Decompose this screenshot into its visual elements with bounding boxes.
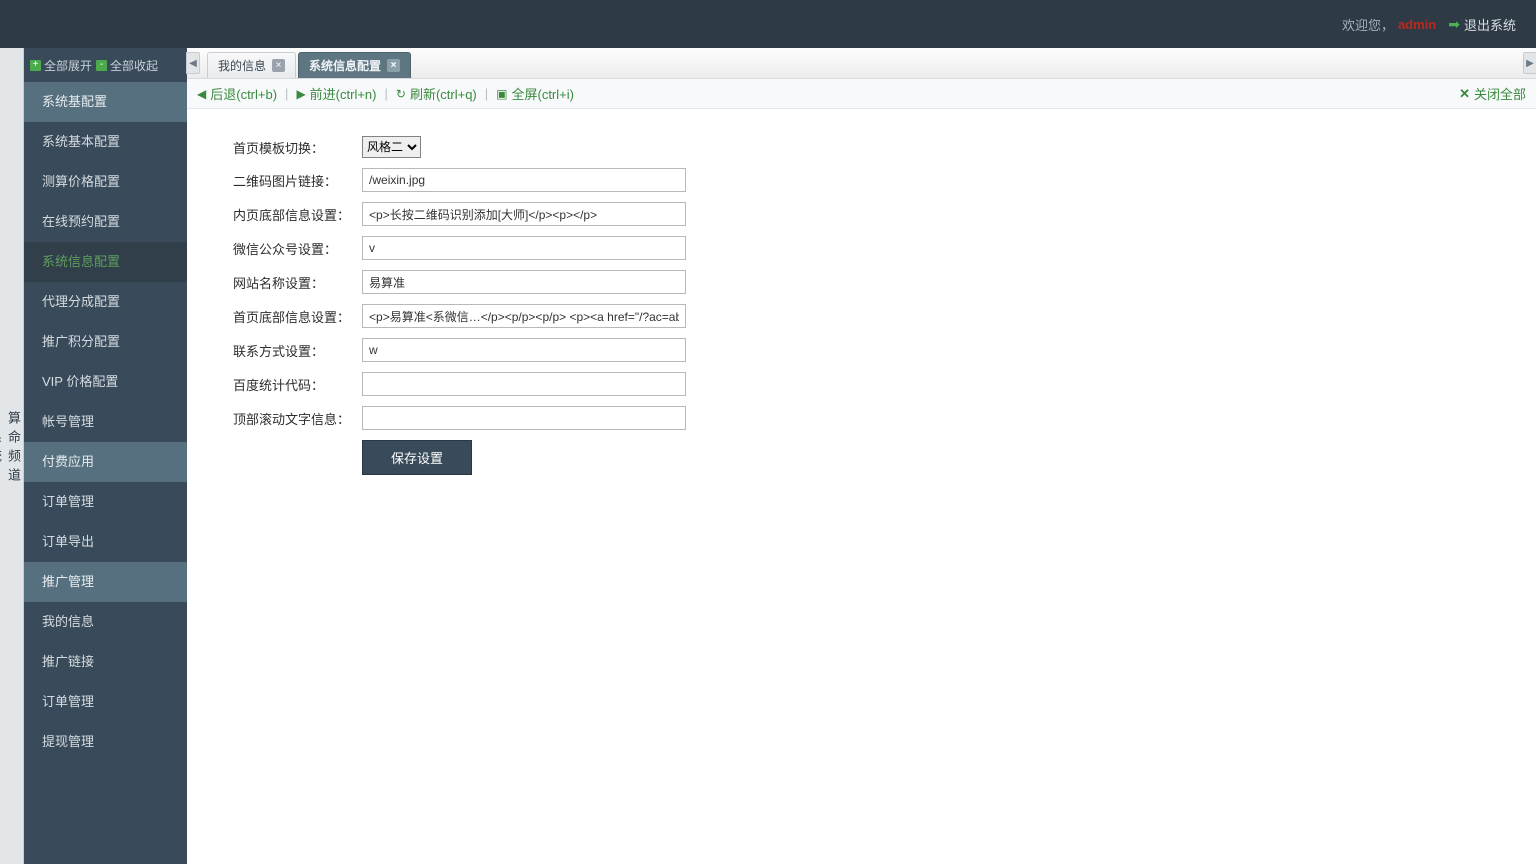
close-all-button[interactable]: ✕关闭全部 bbox=[1459, 84, 1526, 103]
tab-label: 系统信息配置 bbox=[309, 57, 381, 74]
rail-group-2[interactable]: 系统 bbox=[0, 430, 4, 468]
nav-online-booking-config[interactable]: 在线预约配置 bbox=[24, 202, 187, 242]
form-area: 首页模板切换： 风格一风格二风格三 二维码图片链接： 内页底部信息设置： 微信公… bbox=[187, 109, 1536, 864]
close-icon[interactable]: × bbox=[387, 59, 400, 72]
label-home-footer: 首页底部信息设置： bbox=[227, 299, 356, 333]
nav-header-paid-apps[interactable]: 付费应用 bbox=[24, 442, 187, 482]
refresh-icon: ↻ bbox=[396, 87, 406, 101]
nav-withdraw-manage[interactable]: 提现管理 bbox=[24, 722, 187, 762]
welcome-text: 欢迎您， bbox=[1342, 15, 1394, 34]
template-select[interactable]: 风格一风格二风格三 bbox=[362, 136, 421, 158]
toolbar: ◀后退(ctrl+b) | ▶前进(ctrl+n) | ↻刷新(ctrl+q) … bbox=[187, 79, 1536, 109]
rail-group-1[interactable]: 算命频道 bbox=[4, 411, 23, 487]
forward-button[interactable]: ▶前进(ctrl+n) bbox=[296, 84, 376, 103]
tabs-scroll-left[interactable]: ◀ bbox=[186, 52, 200, 74]
nav-calc-price-config[interactable]: 测算价格配置 bbox=[24, 162, 187, 202]
close-icon: ✕ bbox=[1459, 86, 1470, 102]
tabs-scroll-right[interactable]: ▶ bbox=[1523, 52, 1536, 74]
nav-order-export[interactable]: 订单导出 bbox=[24, 522, 187, 562]
arrow-right-icon: ▶ bbox=[296, 87, 305, 101]
side-rail: 算命频道 系统 bbox=[0, 48, 24, 864]
label-template: 首页模板切换： bbox=[227, 131, 356, 163]
minus-icon: - bbox=[96, 60, 107, 71]
nav-header-system-base[interactable]: 系统基配置 bbox=[24, 82, 187, 122]
nav-system-info-config[interactable]: 系统信息配置 bbox=[24, 242, 187, 282]
baidu-stat-input[interactable] bbox=[362, 372, 686, 396]
plus-icon: + bbox=[30, 60, 41, 71]
sitename-input[interactable] bbox=[362, 270, 686, 294]
refresh-button[interactable]: ↻刷新(ctrl+q) bbox=[396, 84, 477, 103]
wechat-input[interactable] bbox=[362, 236, 686, 260]
save-button[interactable]: 保存设置 bbox=[362, 440, 472, 475]
nav-system-basic-config[interactable]: 系统基本配置 bbox=[24, 122, 187, 162]
fullscreen-button[interactable]: ▣全屏(ctrl+i) bbox=[496, 84, 574, 103]
logout-button[interactable]: ➡ 退出系统 bbox=[1448, 15, 1516, 34]
close-icon[interactable]: × bbox=[272, 59, 285, 72]
inner-footer-input[interactable] bbox=[362, 202, 686, 226]
logout-label: 退出系统 bbox=[1464, 15, 1516, 34]
label-top-scroll: 顶部滚动文字信息： bbox=[227, 401, 356, 435]
nav-my-info[interactable]: 我的信息 bbox=[24, 602, 187, 642]
collapse-all-button[interactable]: -全部收起 bbox=[96, 57, 158, 74]
nav-promo-link[interactable]: 推广链接 bbox=[24, 642, 187, 682]
nav-account-manage[interactable]: 帐号管理 bbox=[24, 402, 187, 442]
nav-agent-split-config[interactable]: 代理分成配置 bbox=[24, 282, 187, 322]
label-sitename: 网站名称设置： bbox=[227, 265, 356, 299]
label-baidu-stat: 百度统计代码： bbox=[227, 367, 356, 401]
sidebar: +全部展开 -全部收起 系统基配置 系统基本配置 测算价格配置 在线预约配置 系… bbox=[24, 48, 187, 864]
nav-promo-points-config[interactable]: 推广积分配置 bbox=[24, 322, 187, 362]
tabs-row: ◀ 我的信息 × 系统信息配置 × ▶ bbox=[187, 48, 1536, 79]
username: admin bbox=[1398, 17, 1436, 32]
tab-system-info-config[interactable]: 系统信息配置 × bbox=[298, 52, 411, 78]
contact-input[interactable] bbox=[362, 338, 686, 362]
top-scroll-input[interactable] bbox=[362, 406, 686, 430]
nav-header-promo-manage[interactable]: 推广管理 bbox=[24, 562, 187, 602]
label-wechat: 微信公众号设置： bbox=[227, 231, 356, 265]
back-button[interactable]: ◀后退(ctrl+b) bbox=[197, 84, 277, 103]
arrow-right-icon: ➡ bbox=[1448, 16, 1460, 33]
label-inner-footer: 内页底部信息设置： bbox=[227, 197, 356, 231]
tab-my-info[interactable]: 我的信息 × bbox=[207, 52, 296, 78]
label-contact: 联系方式设置： bbox=[227, 333, 356, 367]
tab-label: 我的信息 bbox=[218, 57, 266, 74]
content-area: ◀ 我的信息 × 系统信息配置 × ▶ ◀后退(ctrl+b) | ▶前进(ct… bbox=[187, 48, 1536, 864]
expand-all-button[interactable]: +全部展开 bbox=[30, 57, 92, 74]
topbar: 欢迎您， admin ➡ 退出系统 bbox=[0, 0, 1536, 48]
nav-order-manage-2[interactable]: 订单管理 bbox=[24, 682, 187, 722]
settings-form: 首页模板切换： 风格一风格二风格三 二维码图片链接： 内页底部信息设置： 微信公… bbox=[227, 131, 692, 480]
label-qrcode-url: 二维码图片链接： bbox=[227, 163, 356, 197]
fullscreen-icon: ▣ bbox=[496, 87, 507, 101]
sidebar-top: +全部展开 -全部收起 bbox=[24, 48, 187, 82]
qrcode-url-input[interactable] bbox=[362, 168, 686, 192]
nav-vip-price-config[interactable]: VIP 价格配置 bbox=[24, 362, 187, 402]
nav-order-manage[interactable]: 订单管理 bbox=[24, 482, 187, 522]
home-footer-input[interactable] bbox=[362, 304, 686, 328]
arrow-left-icon: ◀ bbox=[197, 87, 206, 101]
